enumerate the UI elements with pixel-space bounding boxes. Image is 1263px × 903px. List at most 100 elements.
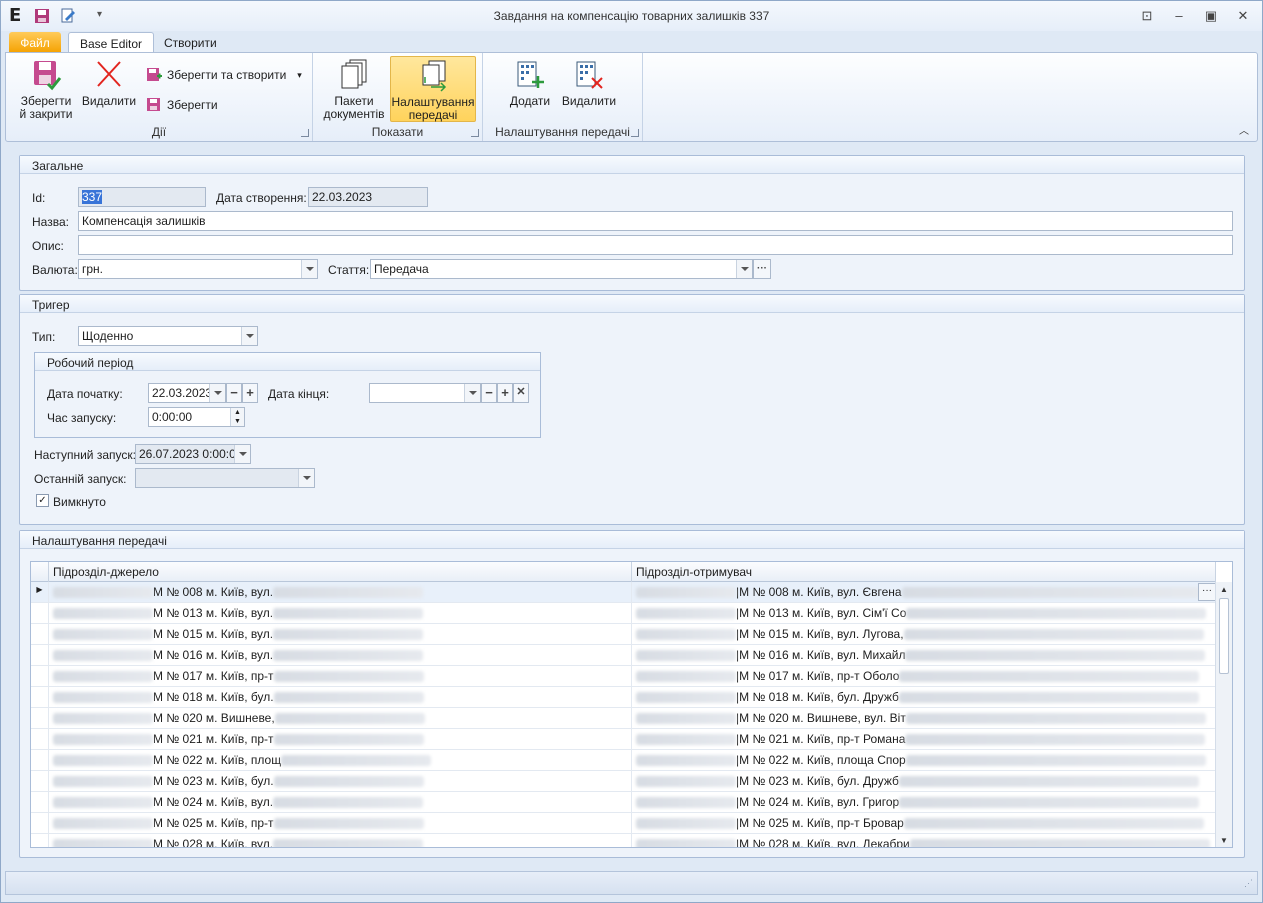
resize-grip-icon[interactable]: ⋰ xyxy=(1244,878,1253,889)
table-row[interactable]: ▶ М № 008 м. Київ, вул. |М № 008 м. Київ, … xyxy=(31,582,1216,603)
group-label: Показати xyxy=(371,125,424,139)
tab-create[interactable]: Створити xyxy=(153,32,228,53)
chevron-down-icon[interactable] xyxy=(298,469,314,487)
table-row[interactable]: М № 018 м. Київ, бул. |М № 018 м. Київ, б… xyxy=(31,687,1216,708)
chevron-down-icon[interactable] xyxy=(234,445,250,463)
packets-button[interactable]: Пакети документів xyxy=(321,56,387,121)
source-cell[interactable]: М № 013 м. Київ, вул. xyxy=(49,603,632,623)
chevron-down-icon[interactable] xyxy=(301,260,317,278)
transfer-panel: Налаштування передачі Підрозділ-джерело … xyxy=(19,530,1245,858)
chevron-down-icon[interactable] xyxy=(464,384,480,402)
description-field[interactable] xyxy=(78,235,1233,255)
target-cell[interactable]: |М № 015 м. Київ, вул. Лугова, xyxy=(632,624,1216,644)
table-row[interactable]: М № 021 м. Київ, пр-т |М № 021 м. Київ, п… xyxy=(31,729,1216,750)
start-date-plus-button[interactable]: + xyxy=(242,383,258,403)
target-cell[interactable]: |М № 023 м. Київ, бул. Дружб xyxy=(632,771,1216,791)
transfer-settings-button[interactable]: Налаштування передачі xyxy=(390,56,476,122)
scroll-thumb[interactable] xyxy=(1219,598,1229,674)
source-cell[interactable]: М № 016 м. Київ, вул. xyxy=(49,645,632,665)
tab-base-editor[interactable]: Base Editor xyxy=(68,32,155,53)
restore-layout-icon[interactable]: ⊡ xyxy=(1137,7,1157,25)
chevron-down-icon[interactable] xyxy=(736,260,752,278)
save-create-icon xyxy=(147,68,162,81)
close-button[interactable]: ✕ xyxy=(1233,7,1253,25)
chevron-down-icon[interactable] xyxy=(241,327,257,345)
target-cell[interactable]: |М № 022 м. Київ, площа Спор xyxy=(632,750,1216,770)
dialog-launcher-icon[interactable] xyxy=(471,129,479,137)
target-cell[interactable]: |М № 028 м. Київ, вул. Декабри xyxy=(632,834,1216,847)
table-row[interactable]: М № 023 м. Київ, бул. |М № 023 м. Київ, б… xyxy=(31,771,1216,792)
dialog-launcher-icon[interactable] xyxy=(631,129,639,137)
disabled-checkbox[interactable]: ✓ xyxy=(36,494,49,507)
source-cell[interactable]: М № 015 м. Київ, вул. xyxy=(49,624,632,644)
table-row[interactable]: М № 022 м. Київ, площ |М № 022 м. Київ, п… xyxy=(31,750,1216,771)
end-date-clear-button[interactable]: ✕ xyxy=(513,383,529,403)
source-cell[interactable]: М № 024 м. Київ, вул. xyxy=(49,792,632,812)
save-close-button[interactable]: Зберегти й закрити xyxy=(16,56,76,121)
chevron-down-icon[interactable] xyxy=(209,384,225,402)
vertical-scrollbar[interactable]: ▲ ▼ xyxy=(1215,582,1232,847)
redacted-block xyxy=(53,650,153,662)
column-header-source[interactable]: Підрозділ-джерело xyxy=(49,562,632,582)
source-cell[interactable]: М № 023 м. Київ, бул. xyxy=(49,771,632,791)
target-cell[interactable]: |М № 017 м. Київ, пр-т Оболо xyxy=(632,666,1216,686)
redacted-block xyxy=(898,776,1199,788)
dialog-launcher-icon[interactable] xyxy=(301,129,309,137)
scroll-down-icon[interactable]: ▼ xyxy=(1216,836,1232,845)
target-cell[interactable]: |М № 016 м. Київ, вул. Михайл xyxy=(632,645,1216,665)
type-select[interactable]: Щоденно xyxy=(78,326,258,346)
target-cell[interactable]: |М № 013 м. Київ, вул. Сім'ї Со xyxy=(632,603,1216,623)
start-date-minus-button[interactable]: − xyxy=(226,383,242,403)
table-row[interactable]: М № 028 м. Київ, вул. |М № 028 м. Київ, в… xyxy=(31,834,1216,847)
scroll-up-icon[interactable]: ▲ xyxy=(1216,585,1232,594)
target-cell[interactable]: |М № 025 м. Київ, пр-т Бровар xyxy=(632,813,1216,833)
save-create-button[interactable]: Зберегти та створити ▾ xyxy=(146,64,302,86)
column-header-target[interactable]: Підрозділ-отримувач xyxy=(632,562,1216,582)
currency-select[interactable]: грн. xyxy=(78,259,318,279)
article-browse-button[interactable]: ··· xyxy=(753,259,771,279)
end-date-field[interactable] xyxy=(369,383,481,403)
target-cell[interactable]: |М № 008 м. Київ, вул. Євгена xyxy=(632,582,1216,602)
id-field[interactable]: 337 xyxy=(78,187,206,207)
table-row[interactable]: М № 025 м. Київ, пр-т |М № 025 м. Київ, п… xyxy=(31,813,1216,834)
time-spinner-icon[interactable]: ▲ ▼ xyxy=(230,408,244,426)
table-row[interactable]: М № 024 м. Київ, вул. |М № 024 м. Київ, в… xyxy=(31,792,1216,813)
next-run-select[interactable]: 26.07.2023 0:00:00 xyxy=(135,444,251,464)
end-date-minus-button[interactable]: − xyxy=(481,383,497,403)
add-button[interactable]: Додати xyxy=(505,56,555,108)
table-row[interactable]: М № 020 м. Вишневе, |М № 020 м. Вишневе, … xyxy=(31,708,1216,729)
row-browse-button[interactable]: ··· xyxy=(1198,583,1216,601)
delete-button[interactable]: Видалити xyxy=(80,56,138,108)
source-cell[interactable]: М № 025 м. Київ, пр-т xyxy=(49,813,632,833)
window-title: Завдання на компенсацію товарних залишкі… xyxy=(493,9,770,23)
source-cell[interactable]: М № 008 м. Київ, вул. xyxy=(49,582,632,602)
table-row[interactable]: М № 017 м. Київ, пр-т |М № 017 м. Київ, п… xyxy=(31,666,1216,687)
collapse-ribbon-icon[interactable]: ︿ xyxy=(1239,122,1249,137)
minimize-button[interactable]: – xyxy=(1169,7,1189,25)
target-cell[interactable]: |М № 020 м. Вишневе, вул. Віт xyxy=(632,708,1216,728)
remove-building-icon xyxy=(576,61,603,89)
source-cell[interactable]: М № 022 м. Київ, площ xyxy=(49,750,632,770)
created-field[interactable]: 22.03.2023 xyxy=(308,187,428,207)
remove-button[interactable]: Видалити xyxy=(561,56,617,108)
start-time-field[interactable]: 0:00:00 ▲ ▼ xyxy=(148,407,245,427)
target-cell[interactable]: |М № 024 м. Київ, вул. Григор xyxy=(632,792,1216,812)
source-cell[interactable]: М № 021 м. Київ, пр-т xyxy=(49,729,632,749)
maximize-button[interactable]: ▣ xyxy=(1201,7,1221,25)
source-cell[interactable]: М № 020 м. Вишневе, xyxy=(49,708,632,728)
tab-file[interactable]: Файл xyxy=(9,32,61,53)
target-cell[interactable]: |М № 018 м. Київ, бул. Дружб xyxy=(632,687,1216,707)
source-cell[interactable]: М № 017 м. Київ, пр-т xyxy=(49,666,632,686)
start-date-field[interactable]: 22.03.2023 xyxy=(148,383,226,403)
last-run-select[interactable] xyxy=(135,468,315,488)
article-select[interactable]: Передача xyxy=(370,259,753,279)
source-cell[interactable]: М № 028 м. Київ, вул. xyxy=(49,834,632,847)
source-cell[interactable]: М № 018 м. Київ, бул. xyxy=(49,687,632,707)
table-row[interactable]: М № 016 м. Київ, вул. |М № 016 м. Київ, в… xyxy=(31,645,1216,666)
table-row[interactable]: М № 013 м. Київ, вул. |М № 013 м. Київ, в… xyxy=(31,603,1216,624)
table-row[interactable]: М № 015 м. Київ, вул. |М № 015 м. Київ, в… xyxy=(31,624,1216,645)
target-cell[interactable]: |М № 021 м. Київ, пр-т Романа xyxy=(632,729,1216,749)
end-date-plus-button[interactable]: + xyxy=(497,383,513,403)
save-button[interactable]: Зберегти xyxy=(146,94,218,116)
name-field[interactable]: Компенсація залишків xyxy=(78,211,1233,231)
